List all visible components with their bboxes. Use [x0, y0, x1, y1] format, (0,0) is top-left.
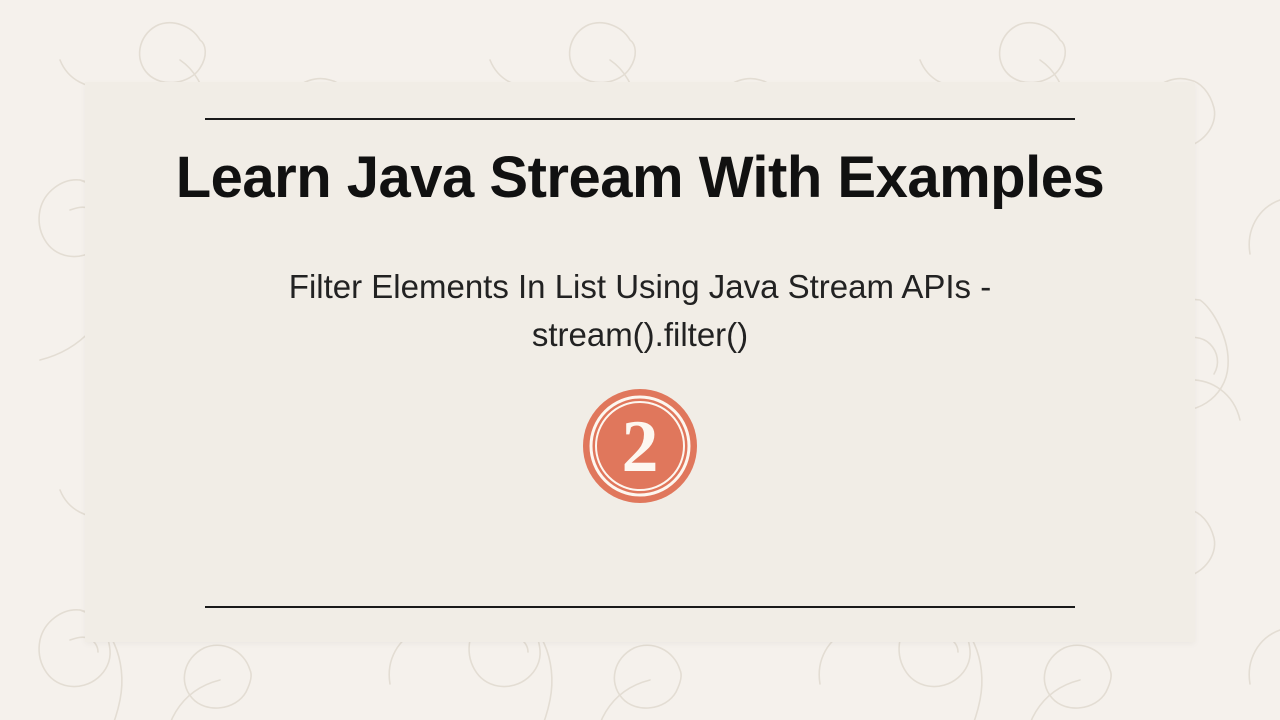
slide-title: Learn Java Stream With Examples [176, 148, 1105, 209]
badge-circle-icon: 2 [581, 387, 699, 505]
badge-number: 2 [622, 406, 659, 488]
slide-subtitle: Filter Elements In List Using Java Strea… [200, 263, 1080, 359]
number-badge: 2 [581, 387, 699, 505]
slide-card: Learn Java Stream With Examples Filter E… [85, 82, 1195, 642]
bottom-divider [205, 606, 1075, 608]
top-divider [205, 118, 1075, 120]
